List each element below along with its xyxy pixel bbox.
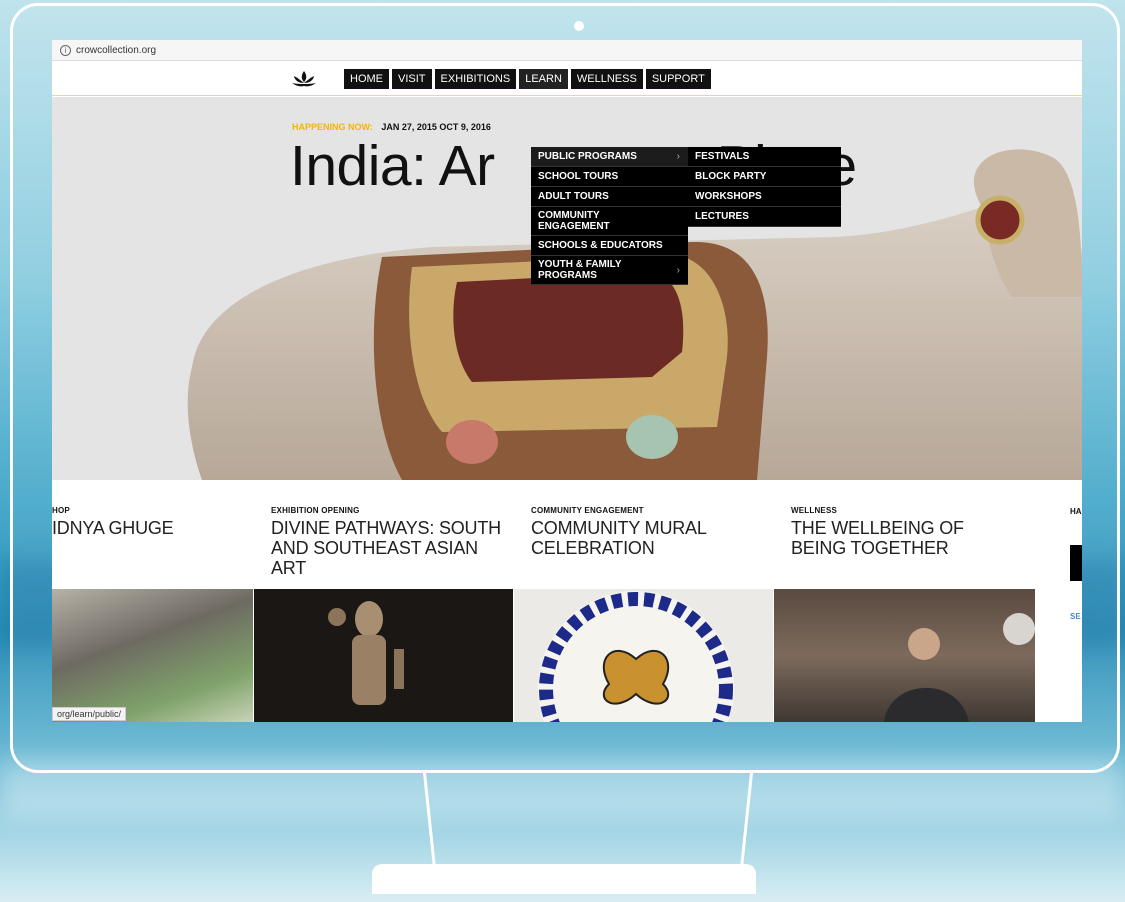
- menu-label[interactable]: YOUTH & FAMILY PROGRAMS: [538, 259, 648, 281]
- card-title[interactable]: DIVINE PATHWAYS: SOUTH AND SOUTHEAST ASI…: [271, 518, 511, 578]
- info-icon[interactable]: i: [60, 44, 71, 56]
- menu-item-public-programs[interactable]: PUBLIC PROGRAMS ›: [531, 147, 688, 167]
- menu-item-youth-family[interactable]: YOUTH & FAMILY PROGRAMS ›: [531, 256, 688, 285]
- menu-label[interactable]: SCHOOLS & EDUCATORS: [538, 240, 663, 251]
- public-programs-submenu: FESTIVALS BLOCK PARTY WORKSHOPS LECTURES: [688, 147, 841, 227]
- card-exhibition[interactable]: EXHIBITION OPENING DIVINE PATHWAYS: SOUT…: [271, 506, 511, 578]
- nav-visit[interactable]: VISIT: [392, 69, 432, 89]
- main-nav: HOME VISIT EXHIBITIONS LEARN WELLNESS SU…: [344, 69, 714, 89]
- nav-home[interactable]: HOME: [344, 69, 389, 89]
- browser-screen: i crowcollection.org HOME VISIT EXHIBITI…: [52, 40, 1082, 722]
- address-bar[interactable]: i crowcollection.org: [52, 40, 1082, 61]
- menu-item-community-engagement[interactable]: COMMUNITY ENGAGEMENT: [531, 207, 688, 236]
- camera-dot: [574, 21, 584, 31]
- nav-support[interactable]: SUPPORT: [645, 69, 711, 89]
- happening-label: HAPPENING NOW:: [292, 122, 373, 132]
- feature-cards: HOP IDNYA GHUGE EXHIBITION OPENING DIVIN…: [52, 480, 1082, 590]
- card-wellness[interactable]: WELLNESS THE WELLBEING OF BEING TOGETHER: [791, 506, 1011, 558]
- side-promo-box[interactable]: [1070, 545, 1082, 581]
- menu-label[interactable]: COMMUNITY ENGAGEMENT: [538, 210, 628, 232]
- nav-exhibitions[interactable]: EXHIBITIONS: [434, 69, 517, 89]
- card-title[interactable]: IDNYA GHUGE: [52, 518, 232, 538]
- submenu-item-lectures[interactable]: LECTURES: [688, 207, 841, 227]
- card-kicker: HOP: [52, 506, 70, 515]
- lotus-logo-icon[interactable]: [291, 69, 317, 89]
- thumb-photo-outdoor[interactable]: [52, 589, 253, 722]
- menu-item-school-tours[interactable]: SCHOOL TOURS: [531, 167, 688, 187]
- card-workshop[interactable]: HOP IDNYA GHUGE: [52, 506, 232, 538]
- submenu-label[interactable]: BLOCK PARTY: [695, 171, 766, 182]
- submenu-item-workshops[interactable]: WORKSHOPS: [688, 187, 841, 207]
- thumb-photo-wellness[interactable]: [774, 589, 1035, 722]
- menu-label[interactable]: ADULT TOURS: [538, 191, 609, 202]
- happening-now: HAPPENING NOW: JAN 27, 2015 OCT 9, 2016: [292, 122, 491, 132]
- submenu-label[interactable]: FESTIVALS: [695, 151, 749, 162]
- menu-item-schools-educators[interactable]: SCHOOLS & EDUCATORS: [531, 236, 688, 256]
- nav-learn[interactable]: LEARN: [519, 69, 568, 89]
- submenu-label[interactable]: WORKSHOPS: [695, 191, 762, 202]
- monitor-base: [372, 864, 756, 894]
- thumbnail-row: [52, 589, 1082, 722]
- card-kicker: EXHIBITION OPENING: [271, 506, 360, 515]
- status-bar-url: org/learn/public/: [52, 707, 127, 721]
- hero-title-start[interactable]: India: Ar: [290, 134, 495, 198]
- card-kicker: WELLNESS: [791, 506, 838, 515]
- card-community[interactable]: COMMUNITY ENGAGEMENT COMMUNITY MURAL CEL…: [531, 506, 751, 558]
- url-text[interactable]: crowcollection.org: [76, 45, 156, 56]
- thumb-photo-plate[interactable]: [514, 589, 773, 722]
- statue-image: [328, 601, 404, 705]
- submenu-item-block-party[interactable]: BLOCK PARTY: [688, 167, 841, 187]
- side-link[interactable]: SE: [1070, 612, 1081, 621]
- learn-dropdown: PUBLIC PROGRAMS › SCHOOL TOURS ADULT TOUR…: [531, 147, 688, 285]
- chevron-right-icon: ›: [676, 264, 680, 276]
- menu-item-adult-tours[interactable]: ADULT TOURS: [531, 187, 688, 207]
- happening-dates: JAN 27, 2015 OCT 9, 2016: [381, 122, 491, 132]
- butterfly-plate-image: [538, 591, 734, 722]
- card-kicker: COMMUNITY ENGAGEMENT: [531, 506, 644, 515]
- people-image: [884, 613, 1035, 722]
- menu-label[interactable]: SCHOOL TOURS: [538, 171, 618, 182]
- submenu-item-festivals[interactable]: FESTIVALS: [688, 147, 841, 167]
- card-title[interactable]: COMMUNITY MURAL CELEBRATION: [531, 518, 751, 558]
- hero-banner[interactable]: HAPPENING NOW: JAN 27, 2015 OCT 9, 2016 …: [52, 97, 1082, 480]
- submenu-label[interactable]: LECTURES: [695, 211, 749, 222]
- site-header: HOME VISIT EXHIBITIONS LEARN WELLNESS SU…: [52, 61, 1082, 96]
- card-title[interactable]: THE WELLBEING OF BEING TOGETHER: [791, 518, 1011, 558]
- nav-wellness[interactable]: WELLNESS: [570, 69, 643, 89]
- thumb-photo-statue[interactable]: [254, 589, 513, 722]
- chevron-right-icon: ›: [676, 151, 680, 162]
- menu-label[interactable]: PUBLIC PROGRAMS: [538, 151, 637, 162]
- side-tab-label: HA: [1070, 507, 1082, 516]
